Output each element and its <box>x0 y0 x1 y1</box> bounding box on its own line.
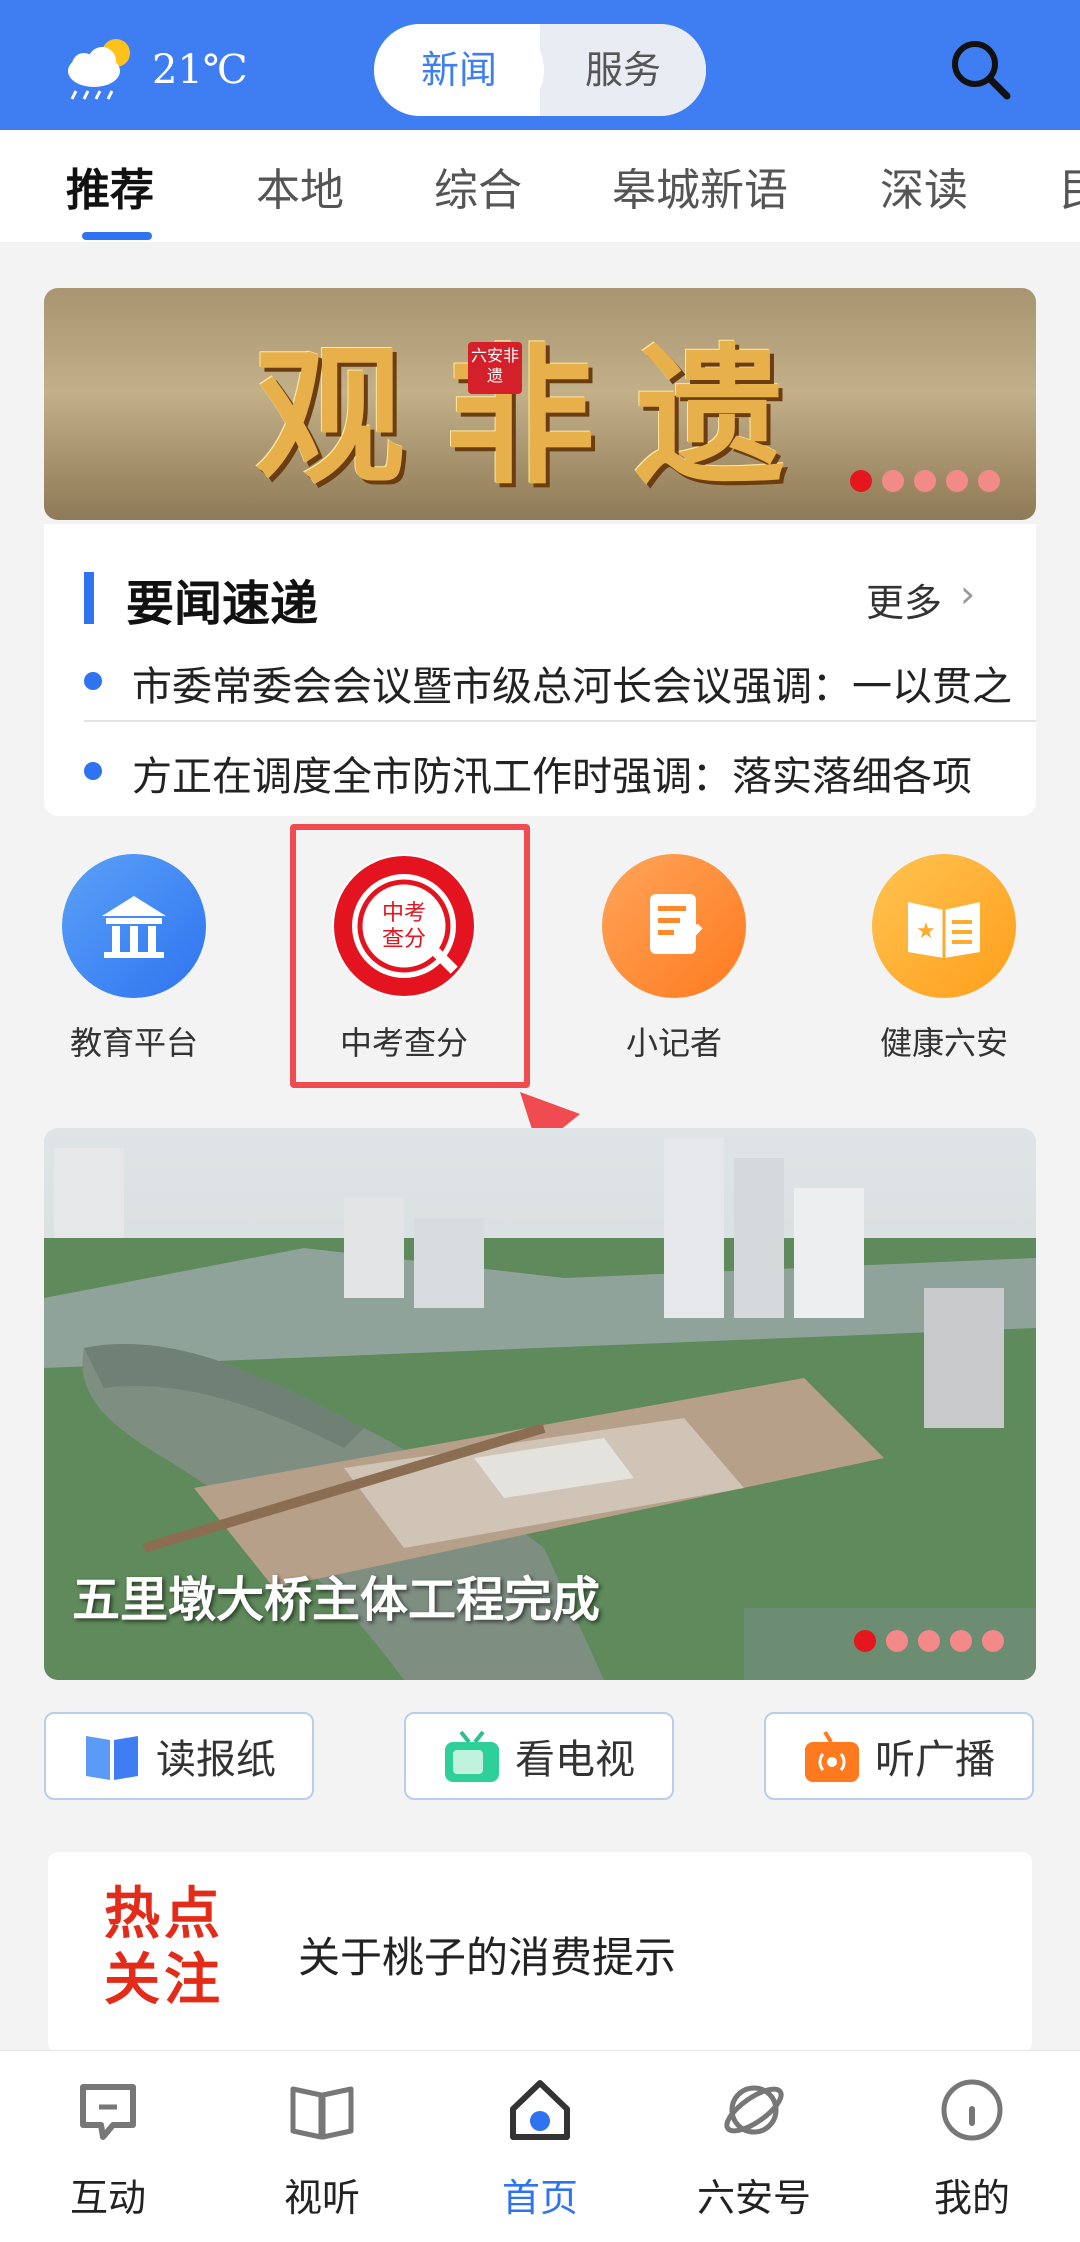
pager-dot <box>854 1630 876 1652</box>
newspaper-icon <box>86 1736 138 1780</box>
tab-gaocheng[interactable]: 皋城新语 <box>612 154 788 218</box>
nav-label: 首页 <box>501 2176 578 2220</box>
nav-home[interactable]: 首页 <box>440 2075 640 2222</box>
nav-label: 我的 <box>933 2176 1010 2220</box>
weather-widget[interactable]: 21℃ <box>62 30 248 110</box>
banner-pager <box>850 470 1000 492</box>
pager-dot <box>978 470 1000 492</box>
chevron-right-icon[interactable]: › <box>960 572 975 616</box>
pill-label: 听广播 <box>875 1737 995 1783</box>
education-building-icon <box>62 854 206 998</box>
pager-dot <box>882 470 904 492</box>
photo-carousel[interactable]: 五里墩大桥主体工程完成 <box>44 1128 1036 1680</box>
nav-label: 视听 <box>283 2176 360 2220</box>
quick-item-reporter[interactable]: 小记者 <box>584 846 764 1064</box>
pill-label: 读报纸 <box>156 1737 276 1783</box>
tab-local[interactable]: 本地 <box>256 154 344 218</box>
chat-icon <box>80 2084 136 2140</box>
cloud-rain-sun-icon <box>68 39 130 100</box>
pager-dot <box>918 1630 940 1652</box>
bottom-navigation: 互动 视听 首页 六安号 我的 <box>0 2050 1080 2242</box>
planet-icon <box>724 2085 784 2135</box>
news-more-link[interactable]: 更多 <box>866 572 942 627</box>
pill-label: 看电视 <box>515 1737 635 1783</box>
hot-topic-card[interactable]: 热点关注 关于桃子的消费提示 <box>48 1852 1032 2052</box>
divider <box>84 720 1036 722</box>
nav-label: 六安号 <box>696 2176 811 2220</box>
active-tab-indicator <box>82 232 152 240</box>
pager-dot <box>914 470 936 492</box>
nav-interact[interactable]: 互动 <box>8 2075 208 2222</box>
highlight-frame <box>290 824 530 1088</box>
bullet-icon <box>84 672 102 690</box>
quick-item-label: 教育平台 <box>69 1024 198 1062</box>
tab-recommend[interactable]: 推荐 <box>66 154 154 218</box>
health-book-icon: ★ <box>872 854 1016 998</box>
pager-dot <box>982 1630 1004 1652</box>
news-item[interactable]: 市委常委会会议暨市级总河长会议强调：一以贯之 <box>84 644 1034 714</box>
profile-icon <box>941 2079 1003 2141</box>
listen-radio-button[interactable]: 听广播 <box>764 1712 1034 1800</box>
banner-seal: 六安非遗 <box>468 342 522 394</box>
radio-icon <box>805 1730 859 1782</box>
news-item-text: 市委常委会会议暨市级总河长会议强调：一以贯之 <box>132 664 1012 710</box>
search-icon[interactable] <box>945 34 1015 104</box>
quick-item-label: 健康六安 <box>879 1024 1008 1062</box>
book-icon <box>290 2086 354 2140</box>
news-service-switch: 服务 新闻 <box>374 24 706 116</box>
news-digest: 要闻速递 更多 › 市委常委会会议暨市级总河长会议强调：一以贯之 方正在调度全市… <box>44 524 1036 816</box>
watch-tv-button[interactable]: 看电视 <box>404 1712 674 1800</box>
hot-topic-text: 关于桃子的消费提示 <box>298 1933 677 1982</box>
quick-item-health[interactable]: ★ 健康六安 <box>854 846 1034 1064</box>
tv-icon <box>445 1730 499 1782</box>
quick-item-label: 小记者 <box>625 1024 722 1062</box>
svg-text:★: ★ <box>916 919 936 944</box>
pager-dot <box>886 1630 908 1652</box>
banner-carousel[interactable]: 观非遗 六安非遗 <box>44 288 1036 520</box>
news-item[interactable]: 方正在调度全市防汛工作时强调：落实落细各项 <box>84 734 1034 804</box>
nav-audio-video[interactable]: 视听 <box>222 2075 422 2222</box>
segment-news[interactable]: 新闻 <box>374 24 544 116</box>
hot-topic-logo: 热点关注 <box>104 1882 224 2013</box>
quick-item-education[interactable]: 教育平台 <box>44 846 224 1064</box>
temperature-label: 21℃ <box>152 47 248 93</box>
photo-caption: 五里墩大桥主体工程完成 <box>72 1572 601 1628</box>
section-accent-bar <box>84 572 94 624</box>
home-icon <box>510 2080 570 2140</box>
photo-pager <box>854 1630 1004 1652</box>
quick-access-grid: 教育平台 中考 查分 中考查分 小记者 ★ 健康六安 <box>0 846 1080 1086</box>
tab-deep-read[interactable]: 深读 <box>880 154 968 218</box>
nav-profile[interactable]: 我的 <box>872 2075 1072 2222</box>
bullet-icon <box>84 762 102 780</box>
news-heading: 要闻速递 <box>126 576 319 632</box>
segment-service[interactable]: 服务 <box>540 24 706 116</box>
news-item-text: 方正在调度全市防汛工作时强调：落实落细各项 <box>132 754 972 800</box>
nav-luan-account[interactable]: 六安号 <box>654 2075 854 2222</box>
top-bar: 21℃ 服务 新闻 <box>0 0 1080 130</box>
read-newspaper-button[interactable]: 读报纸 <box>44 1712 314 1800</box>
pager-dot <box>950 1630 972 1652</box>
pager-dot <box>946 470 968 492</box>
nav-label: 互动 <box>69 2176 146 2220</box>
tab-more-partial[interactable]: 民 <box>1060 154 1080 218</box>
category-tabs: 推荐 本地 综合 皋城新语 深读 民 <box>0 130 1080 242</box>
tab-general[interactable]: 综合 <box>434 154 522 218</box>
pager-dot <box>850 470 872 492</box>
reporter-note-icon <box>602 854 746 998</box>
